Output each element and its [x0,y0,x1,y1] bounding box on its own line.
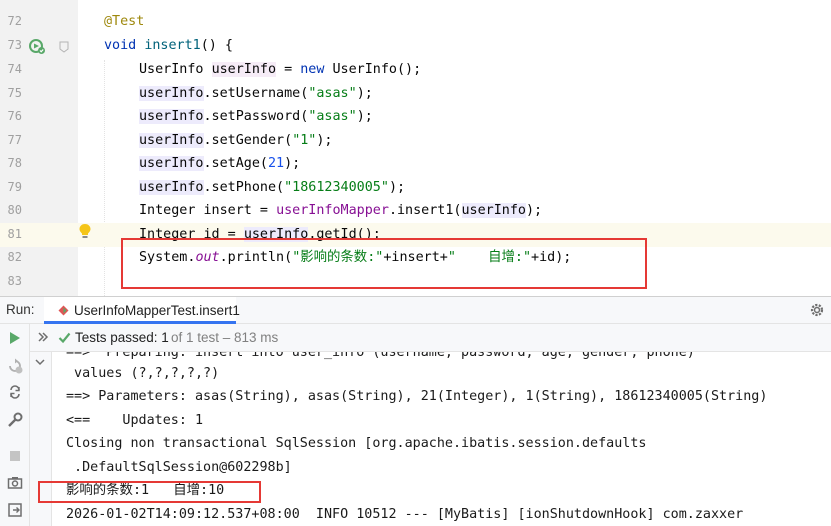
test-status-bar: Tests passed: 1 of 1 test – 813 ms [30,324,831,352]
line-number: 74 [7,62,22,76]
run-label: Run: [6,302,35,317]
code-line-76[interactable]: 76 userInfo.setPassword("asas"); [0,105,831,129]
camera-icon[interactable] [7,475,23,491]
annotation-test: @Test [104,14,145,29]
code-text: userInfo.setAge(21); [139,156,301,171]
line-number: 82 [7,250,22,264]
run-side-toolbar [0,324,30,526]
line-number: 83 [7,274,22,288]
check-icon [58,332,71,344]
code-line-78[interactable]: 78 userInfo.setAge(21); [0,152,831,176]
rerun-icon[interactable] [7,330,23,346]
tab-label: UserInfoMapperTest.insert1 [74,303,240,318]
line-number: 77 [7,133,22,147]
code-line-72[interactable]: 72 @Test [0,10,831,34]
line-number: 81 [7,227,22,241]
stop-icon[interactable] [7,448,23,464]
code-line-75[interactable]: 75 userInfo.setUsername("asas"); [0,82,831,106]
line-number: 80 [7,203,22,217]
toggle-autotest-icon[interactable] [7,384,23,400]
code-text: Integer insert = userInfoMapper.insert1(… [139,203,543,218]
line-number: 79 [7,180,22,194]
code-line-73[interactable]: 73 void insert1() { [0,34,831,58]
chevron-down-icon[interactable] [34,356,46,368]
line-number: 76 [7,109,22,123]
exit-icon[interactable] [7,502,23,518]
code-line-77[interactable]: 77 userInfo.setGender("1"); [0,129,831,153]
run-test-gutter-icon[interactable] [29,38,46,55]
highlight-box [38,481,261,503]
tab-run-config[interactable]: UserInfoMapperTest.insert1 [44,297,240,324]
expand-chevrons-icon[interactable] [37,331,49,343]
rerun-failed-icon[interactable] [7,358,23,374]
fold-marker-icon[interactable] [59,41,69,53]
code-text: UserInfo userInfo = new UserInfo(); [139,62,422,77]
console-line: .DefaultSqlSession@602298b] [66,460,292,475]
code-text: userInfo.setPassword("asas"); [139,109,373,124]
console-line: Closing non transactional SqlSession [or… [66,436,647,451]
code-line-74[interactable]: 74 UserInfo userInfo = new UserInfo(); [0,58,831,82]
tests-passed-label: Tests passed: 1 [75,330,169,345]
console-line: values (?,?,?,?,?) [66,366,220,381]
code-text: userInfo.setUsername("asas"); [139,86,373,101]
line-number: 78 [7,156,22,170]
line-number: 75 [7,86,22,100]
console-line: ==> Parameters: asas(String), asas(Strin… [66,389,768,404]
lightbulb-icon[interactable] [78,223,92,239]
line-number: 72 [7,14,22,28]
code-line-79[interactable]: 79 userInfo.setPhone("18612340005"); [0,176,831,200]
code-line-80[interactable]: 80 Integer insert = userInfoMapper.inser… [0,199,831,223]
code-text: userInfo.setPhone("18612340005"); [139,180,406,195]
code-text: userInfo.setGender("1"); [139,133,333,148]
test-diamond-icon [58,305,69,316]
wrench-icon[interactable] [7,412,23,428]
console-line: 2026-01-02T14:09:12.537+08:00 INFO 10512… [66,507,744,522]
method-signature: void insert1() { [104,38,233,53]
run-header: Run: UserInfoMapperTest.insert1 [0,297,831,324]
line-number: 73 [7,38,22,52]
gear-icon[interactable] [809,302,825,318]
code-editor[interactable]: 72 @Test 73 void insert1() { 74 UserInfo… [0,0,831,296]
highlight-box [121,238,647,289]
tests-detail-label: of 1 test – 813 ms [171,330,279,345]
console-line: <== Updates: 1 [66,413,204,428]
